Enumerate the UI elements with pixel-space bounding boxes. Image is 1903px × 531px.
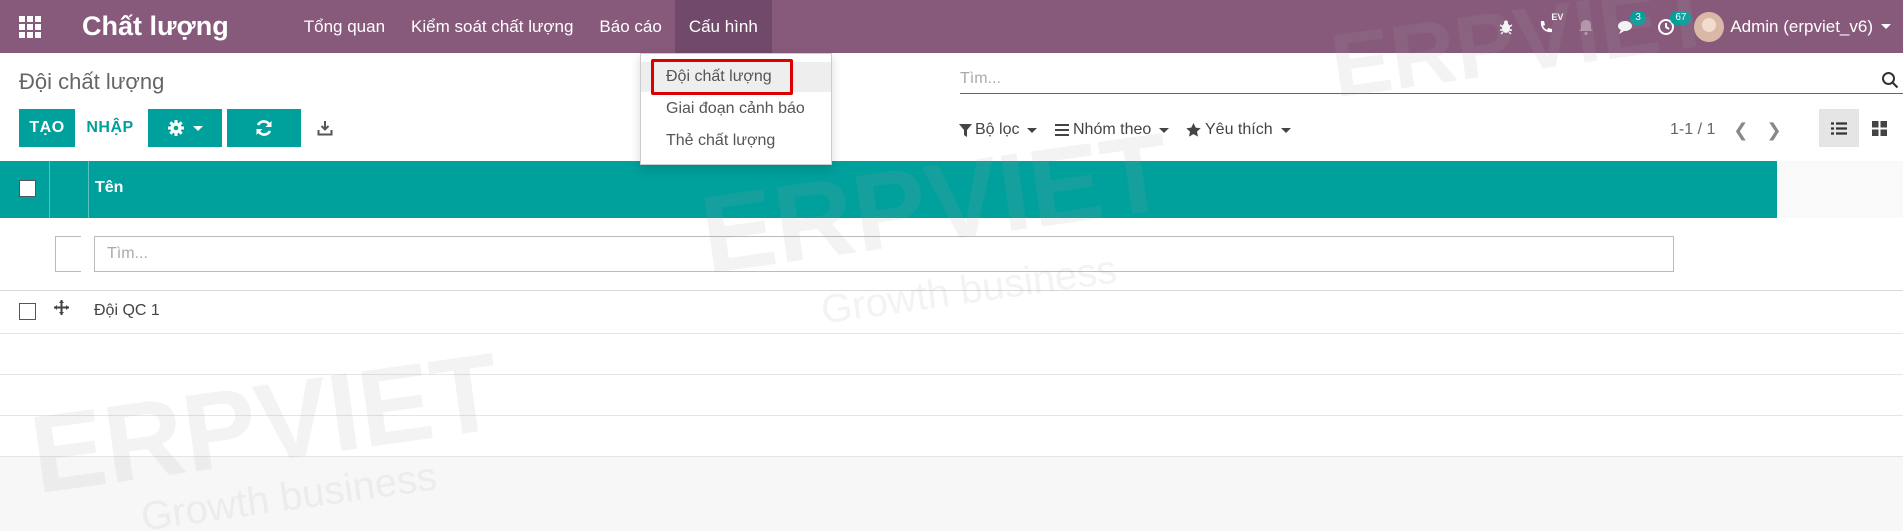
list-view-icon xyxy=(1831,121,1847,135)
activity-clock-icon[interactable]: 67 xyxy=(1646,0,1692,53)
action-gear-button[interactable] xyxy=(148,109,222,147)
menu-reports[interactable]: Báo cáo xyxy=(586,0,674,53)
filter-icon xyxy=(959,123,972,137)
drag-handle-icon[interactable] xyxy=(54,300,69,315)
apps-grid-icon xyxy=(19,15,41,38)
app-title: Chất lượng xyxy=(82,11,229,41)
refresh-icon xyxy=(256,120,272,136)
kanban-view-button[interactable] xyxy=(1859,109,1899,147)
control-panel: Đội chất lượng TẠO NHẬP Bộ lọc Nhóm theo… xyxy=(0,53,1903,161)
group-by-button[interactable]: Nhóm theo xyxy=(1055,115,1170,145)
filter-button[interactable]: Bộ lọc xyxy=(959,115,1038,145)
row-divider xyxy=(0,374,1903,375)
dropdown-item-alert-stages[interactable]: Giai đoạn cảnh báo xyxy=(641,94,831,124)
refresh-button[interactable] xyxy=(227,109,301,147)
highlight-box xyxy=(651,59,793,95)
import-button[interactable]: NHẬP xyxy=(78,109,142,147)
pager: 1-1 / 1 ❮ ❯ xyxy=(1670,115,1782,145)
row-divider xyxy=(0,415,1903,416)
star-icon xyxy=(1186,123,1201,137)
row-checkbox[interactable] xyxy=(19,303,36,320)
bug-icon[interactable] xyxy=(1486,0,1526,53)
select-all-checkbox[interactable] xyxy=(19,180,36,197)
chevron-down-icon xyxy=(1881,24,1891,29)
menu-quality-control[interactable]: Kiểm soát chất lượng xyxy=(398,0,586,53)
list-bars-icon xyxy=(1055,124,1069,136)
ev-tag: EV xyxy=(1551,12,1564,22)
table-row[interactable]: Đội QC 1 xyxy=(0,291,1903,331)
column-divider xyxy=(49,161,50,218)
breadcrumb: Đội chất lượng xyxy=(19,69,165,94)
search-bar[interactable] xyxy=(960,64,1903,94)
activity-badge: 67 xyxy=(1670,11,1692,25)
configuration-dropdown: Đội chất lượng Giai đoạn cảnh báo Thẻ ch… xyxy=(640,53,832,165)
download-button[interactable] xyxy=(310,109,340,147)
chevron-right-icon[interactable]: ❯ xyxy=(1766,120,1781,141)
list-body: Đội QC 1 xyxy=(0,218,1903,531)
download-icon xyxy=(317,121,333,136)
create-button[interactable]: TẠO xyxy=(19,109,75,147)
column-header-name[interactable]: Tên xyxy=(95,179,123,197)
list-view-button[interactable] xyxy=(1819,109,1859,147)
app-menu-button[interactable] xyxy=(0,0,60,53)
chevron-down-icon xyxy=(1159,127,1170,133)
menu-configuration[interactable]: Cấu hình xyxy=(674,0,772,53)
handle-filter-cell xyxy=(55,236,81,272)
top-navbar: Chất lượng Tổng quan Kiểm soát chất lượn… xyxy=(0,0,1903,53)
gear-icon xyxy=(168,120,184,136)
user-menu[interactable]: Admin (erpviet_v6) xyxy=(1686,11,1903,42)
filter-label: Bộ lọc xyxy=(975,121,1020,138)
column-divider xyxy=(88,161,89,218)
avatar xyxy=(1694,11,1725,42)
systray: EV 3 67 Admin (erpviet_v6) xyxy=(1486,0,1903,53)
chevron-down-icon xyxy=(1027,127,1038,133)
row-name: Đội QC 1 xyxy=(94,302,160,319)
empty-area xyxy=(0,457,1903,531)
dropdown-item-quality-tags[interactable]: Thẻ chất lượng xyxy=(641,126,831,156)
phone-icon[interactable]: EV xyxy=(1526,0,1566,53)
chevron-left-icon[interactable]: ❮ xyxy=(1733,120,1748,141)
menu-overview[interactable]: Tổng quan xyxy=(291,0,398,53)
search-input[interactable] xyxy=(960,69,1860,88)
pager-value[interactable]: 1-1 / 1 xyxy=(1670,121,1715,139)
favorite-label: Yêu thích xyxy=(1205,121,1273,138)
chevron-down-icon xyxy=(193,125,203,131)
list-header: Tên xyxy=(0,161,1777,218)
column-filter-field[interactable] xyxy=(94,236,1674,272)
column-filter-input[interactable] xyxy=(107,245,1607,263)
favorites-button[interactable]: Yêu thích xyxy=(1186,115,1291,145)
bell-icon[interactable] xyxy=(1566,0,1606,53)
group-label: Nhóm theo xyxy=(1073,121,1152,138)
kanban-view-icon xyxy=(1871,120,1887,136)
row-divider xyxy=(0,333,1903,334)
chat-badge: 3 xyxy=(1630,11,1646,25)
search-icon[interactable] xyxy=(1881,71,1899,89)
user-name: Admin (erpviet_v6) xyxy=(1730,16,1873,36)
chevron-down-icon xyxy=(1280,127,1291,133)
chat-icon[interactable]: 3 xyxy=(1606,0,1646,53)
